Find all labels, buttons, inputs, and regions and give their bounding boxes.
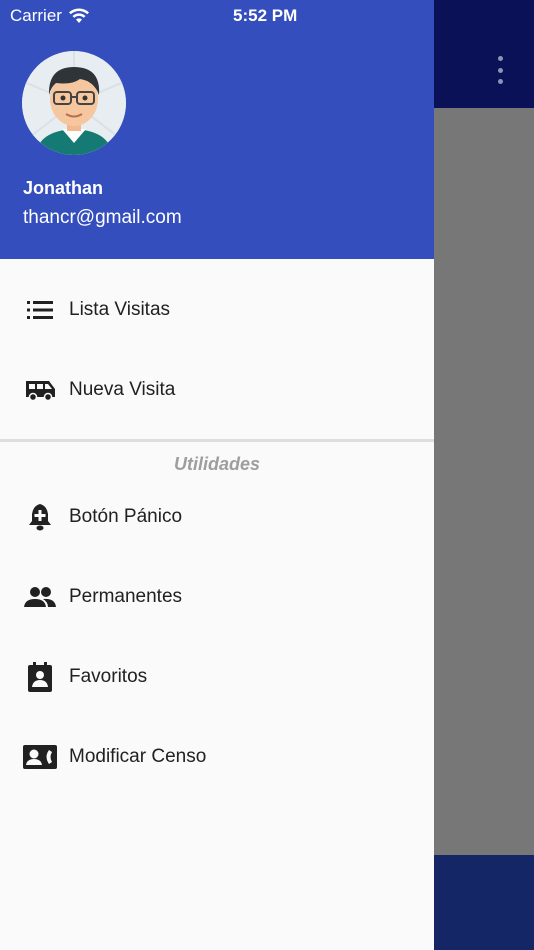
list-icon bbox=[22, 292, 58, 328]
contact-calendar-icon bbox=[22, 659, 58, 695]
user-name: Jonathan bbox=[23, 178, 104, 198]
menu-item-lista-visitas[interactable]: Lista Visitas bbox=[0, 280, 434, 340]
more-options-icon[interactable] bbox=[494, 56, 506, 84]
menu-item-label: Permanentes bbox=[69, 586, 183, 607]
navigation-drawer: Carrier 5:52 PM Jonathan thancr@gmail.co… bbox=[0, 0, 434, 950]
menu-item-label: Modificar Censo bbox=[69, 746, 207, 767]
menu-item-permanentes[interactable]: Permanentes bbox=[0, 567, 434, 627]
wifi-icon bbox=[68, 8, 89, 23]
avatar[interactable] bbox=[22, 51, 126, 155]
menu-item-label: Botón Pánico bbox=[69, 506, 183, 527]
menu-item-label: Nueva Visita bbox=[69, 379, 176, 400]
avatar-illustration bbox=[22, 51, 126, 155]
menu-item-nueva-visita[interactable]: Nueva Visita bbox=[0, 360, 434, 420]
people-icon bbox=[22, 579, 58, 615]
bus-icon bbox=[22, 372, 58, 408]
user-email: thancr@gmail.com bbox=[23, 207, 182, 228]
drawer-header: Carrier 5:52 PM Jonathan thancr@gmail.co… bbox=[0, 0, 434, 259]
bell-plus-icon bbox=[22, 499, 58, 535]
menu-item-boton-panico[interactable]: Botón Pánico bbox=[0, 487, 434, 547]
menu-item-favoritos[interactable]: Favoritos bbox=[0, 647, 434, 707]
menu-item-label: Favoritos bbox=[69, 666, 148, 687]
menu-item-label: Lista Visitas bbox=[69, 299, 171, 320]
menu-item-modificar-censo[interactable]: Modificar Censo bbox=[0, 727, 434, 787]
divider bbox=[0, 439, 434, 442]
status-time: 5:52 PM bbox=[233, 6, 298, 25]
contact-phone-icon bbox=[22, 739, 58, 775]
carrier-label: Carrier bbox=[10, 6, 62, 25]
status-carrier: Carrier bbox=[10, 6, 90, 26]
section-title-utilidades: Utilidades bbox=[173, 454, 261, 474]
